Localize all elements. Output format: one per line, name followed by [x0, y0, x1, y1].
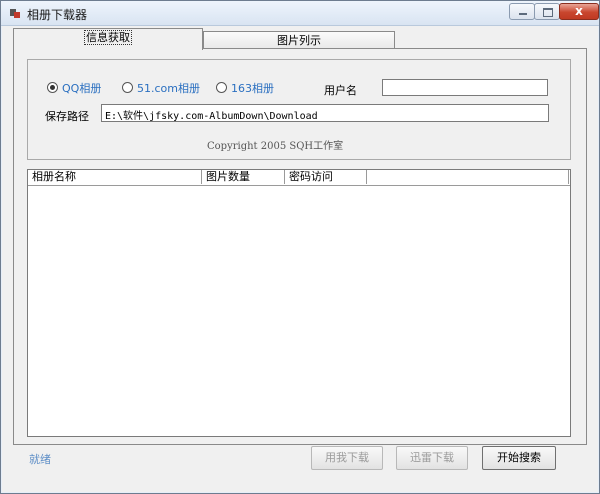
download-with-me-button[interactable]: 用我下载: [311, 446, 383, 470]
minimize-button[interactable]: [509, 3, 535, 20]
album-list[interactable]: 相册名称 图片数量 密码访问: [27, 169, 571, 437]
app-icon: [10, 9, 20, 18]
save-path-label: 保存路径: [45, 110, 89, 123]
start-search-button[interactable]: 开始搜索: [482, 446, 556, 470]
radio-51-album[interactable]: 51.com相册: [122, 82, 200, 96]
column-header-password[interactable]: 密码访问: [285, 170, 367, 184]
copyright-text: Copyright 2005 SQH工作室: [207, 141, 344, 152]
column-header-album-name[interactable]: 相册名称: [28, 170, 202, 184]
radio-163-album[interactable]: 163相册: [216, 82, 274, 96]
tab-panel-info: QQ相册 51.com相册 163相册 用户名 保存路径 E:\软件\jfsky…: [13, 48, 587, 445]
close-button[interactable]: x: [559, 3, 599, 20]
tab-info[interactable]: 信息获取: [13, 28, 203, 50]
radio-empty-icon: [122, 82, 133, 93]
column-header-empty[interactable]: [367, 170, 569, 184]
app-window: 相册下载器 x 图片列示 信息获取 QQ相册 51.com相册 163相册 用户…: [0, 0, 600, 494]
maximize-button[interactable]: [534, 3, 560, 20]
radio-selected-icon: [47, 82, 58, 93]
radio-163-label: 163相册: [231, 82, 274, 95]
settings-group: QQ相册 51.com相册 163相册 用户名 保存路径 E:\软件\jfsky…: [27, 59, 571, 160]
tab-info-label: 信息获取: [84, 30, 132, 45]
radio-51-label: 51.com相册: [137, 82, 200, 95]
list-header: 相册名称 图片数量 密码访问: [28, 170, 570, 186]
radio-qq-album[interactable]: QQ相册: [47, 82, 101, 96]
window-title: 相册下载器: [27, 8, 88, 22]
column-header-image-count[interactable]: 图片数量: [202, 170, 285, 184]
xunlei-download-button[interactable]: 迅雷下载: [396, 446, 468, 470]
tab-image-list-label: 图片列示: [277, 34, 321, 47]
radio-qq-label: QQ相册: [62, 82, 102, 95]
close-icon: x: [575, 4, 583, 18]
radio-empty-icon: [216, 82, 227, 93]
status-text: 就绪: [29, 453, 51, 466]
username-input[interactable]: [382, 79, 548, 96]
username-label: 用户名: [324, 84, 357, 97]
title-bar[interactable]: 相册下载器 x: [1, 1, 599, 26]
save-path-input[interactable]: E:\软件\jfsky.com-AlbumDown\Download: [101, 104, 549, 122]
